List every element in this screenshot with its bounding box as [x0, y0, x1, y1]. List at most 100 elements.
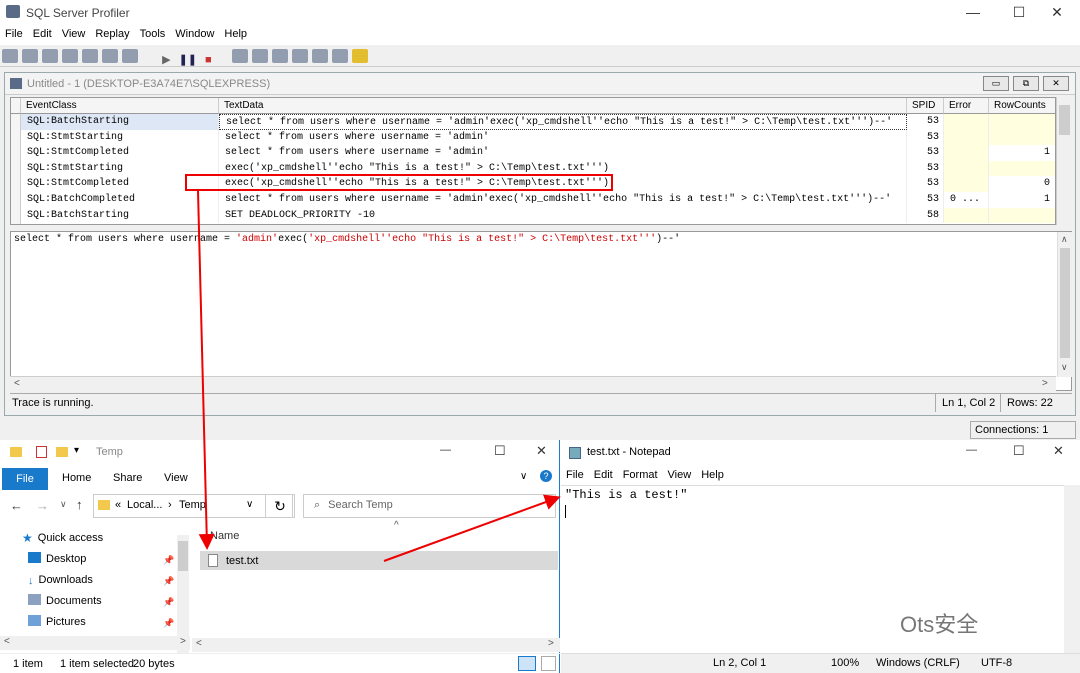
- pin-icon[interactable]: 📌: [163, 618, 174, 629]
- tab-file[interactable]: File: [2, 468, 48, 490]
- refresh-icon[interactable]: ↻: [265, 494, 295, 518]
- ribbon-expand-icon[interactable]: ∨: [520, 471, 527, 482]
- minimize-icon[interactable]: —: [950, 4, 996, 20]
- back-icon[interactable]: ←: [10, 498, 23, 513]
- trace-row[interactable]: SQL:BatchStarting SET DEADLOCK_PRIORITY -…: [11, 207, 1055, 224]
- address-box[interactable]: « Local... › Temp ∨: [93, 494, 293, 518]
- notepad-minimize-icon[interactable]: —: [966, 444, 977, 456]
- tab-share[interactable]: Share: [113, 472, 142, 484]
- column-name[interactable]: Name: [210, 530, 239, 542]
- trace-row[interactable]: SQL:StmtStarting exec('xp_cmdshell''echo …: [11, 160, 1055, 177]
- tab-home[interactable]: Home: [62, 472, 91, 484]
- autoscroll-icon[interactable]: [291, 49, 308, 63]
- scroll-down-icon[interactable]: ∨: [1061, 362, 1068, 373]
- textdata-detail-pane[interactable]: select * from users where username = 'ad…: [10, 231, 1072, 391]
- new-trace-icon[interactable]: [2, 49, 18, 63]
- col-spid[interactable]: SPID: [907, 98, 944, 114]
- help-icon[interactable]: [351, 49, 368, 63]
- detail-vscrollbar[interactable]: ∧ ∨: [1057, 232, 1072, 377]
- nav-downloads[interactable]: ↓ Downloads: [28, 570, 93, 590]
- clear-icon[interactable]: [122, 49, 138, 63]
- scroll-up-icon[interactable]: ∧: [1061, 234, 1068, 245]
- tuning-icon[interactable]: [311, 49, 328, 63]
- menu-view[interactable]: View: [57, 25, 91, 43]
- help-icon[interactable]: ?: [540, 470, 552, 482]
- np-menu-help[interactable]: Help: [696, 466, 729, 484]
- nav-quick-access[interactable]: ★ Quick access: [22, 528, 103, 548]
- trace-row[interactable]: SQL:BatchStarting select * from users whe…: [11, 114, 1055, 130]
- notepad-maximize-icon[interactable]: ☐: [1013, 443, 1025, 459]
- nav-desktop[interactable]: Desktop: [28, 549, 86, 569]
- filter-icon[interactable]: [251, 49, 268, 63]
- np-menu-edit[interactable]: Edit: [589, 466, 618, 484]
- events-icon[interactable]: [231, 49, 248, 63]
- pin-icon[interactable]: 📌: [163, 555, 174, 566]
- play-icon[interactable]: ▶: [162, 53, 170, 66]
- find-icon[interactable]: [102, 49, 118, 63]
- grid-scrollbar[interactable]: [1056, 97, 1072, 225]
- trace-minimize-icon[interactable]: ▭: [983, 76, 1009, 91]
- notepad-scrollbar[interactable]: [1064, 485, 1080, 653]
- trace-grid[interactable]: EventClass TextData SPID Error RowCounts…: [10, 97, 1056, 225]
- menu-window[interactable]: Window: [170, 25, 219, 43]
- trace-row[interactable]: SQL:StmtStarting select * from users wher…: [11, 129, 1055, 146]
- breadcrumb-temp[interactable]: Temp: [179, 499, 206, 511]
- files-hscrollbar[interactable]: < >: [192, 638, 560, 652]
- pause-icon[interactable]: ❚❚: [179, 53, 197, 66]
- notepad-editor[interactable]: "This is a test!": [561, 485, 1080, 653]
- nav-pictures[interactable]: Pictures: [28, 612, 86, 632]
- nav-hscrollbar[interactable]: < >: [0, 636, 190, 650]
- menu-help[interactable]: Help: [219, 25, 252, 43]
- menu-edit[interactable]: Edit: [28, 25, 57, 43]
- trace-row[interactable]: SQL:BatchCompleted select * from users wh…: [11, 192, 1055, 208]
- nav-scroll-thumb[interactable]: [178, 541, 188, 571]
- col-rowcounts[interactable]: RowCounts: [989, 98, 1055, 114]
- new-template-icon[interactable]: [22, 49, 38, 63]
- trace-close-icon[interactable]: ✕: [1043, 76, 1069, 91]
- trace-row[interactable]: SQL:StmtCompleted exec('xp_cmdshell''echo…: [11, 176, 1055, 192]
- np-menu-view[interactable]: View: [663, 466, 697, 484]
- forward-icon[interactable]: →: [36, 498, 49, 513]
- recent-dropdown-icon[interactable]: ∨: [60, 499, 67, 510]
- menu-replay[interactable]: Replay: [90, 25, 134, 43]
- explorer-maximize-icon[interactable]: ☐: [494, 443, 506, 459]
- scroll-right-icon[interactable]: >: [1042, 378, 1048, 389]
- scroll-left-icon[interactable]: <: [196, 638, 202, 649]
- save-icon[interactable]: [62, 49, 78, 63]
- columns-icon[interactable]: [271, 49, 288, 63]
- up-icon[interactable]: ↑: [76, 497, 83, 512]
- open-icon[interactable]: [42, 49, 58, 63]
- detail-scroll-thumb[interactable]: [1060, 248, 1070, 358]
- trace-row[interactable]: SQL:StmtCompleted select * from users whe…: [11, 145, 1055, 161]
- col-eventclass[interactable]: EventClass: [21, 98, 219, 114]
- notepad-close-icon[interactable]: ✕: [1053, 443, 1064, 459]
- stop-icon[interactable]: ■: [205, 54, 212, 66]
- customize-qat-icon[interactable]: ▾: [74, 445, 79, 456]
- explorer-minimize-icon[interactable]: —: [440, 444, 451, 456]
- address-dropdown-icon[interactable]: ∨: [246, 499, 253, 510]
- nav-documents[interactable]: Documents: [28, 591, 102, 611]
- scroll-right-icon[interactable]: >: [180, 636, 186, 647]
- tab-view[interactable]: View: [164, 472, 188, 484]
- menu-tools[interactable]: Tools: [135, 25, 171, 43]
- properties-icon[interactable]: [82, 49, 98, 63]
- new-folder-icon[interactable]: [56, 447, 68, 457]
- trace-restore-icon[interactable]: ⧉: [1013, 76, 1039, 91]
- large-icons-view-icon[interactable]: [541, 656, 556, 671]
- explorer-close-icon[interactable]: ✕: [536, 443, 547, 459]
- col-textdata[interactable]: TextData: [219, 98, 907, 114]
- details-view-icon[interactable]: [518, 656, 536, 671]
- scroll-left-icon[interactable]: <: [4, 636, 10, 647]
- detail-hscrollbar[interactable]: < >: [10, 376, 1056, 391]
- pin-icon[interactable]: 📌: [163, 597, 174, 608]
- file-row-selected[interactable]: test.txt: [200, 551, 558, 570]
- pin-icon[interactable]: 📌: [163, 576, 174, 587]
- np-menu-file[interactable]: File: [561, 466, 589, 484]
- col-error[interactable]: Error: [944, 98, 989, 114]
- grid-scroll-thumb[interactable]: [1059, 105, 1070, 135]
- properties-check-icon[interactable]: [36, 446, 47, 458]
- breadcrumb-overflow[interactable]: «: [115, 499, 121, 511]
- np-menu-format[interactable]: Format: [618, 466, 663, 484]
- search-input[interactable]: ⌕ Search Temp: [303, 494, 556, 518]
- menu-file[interactable]: File: [0, 25, 28, 43]
